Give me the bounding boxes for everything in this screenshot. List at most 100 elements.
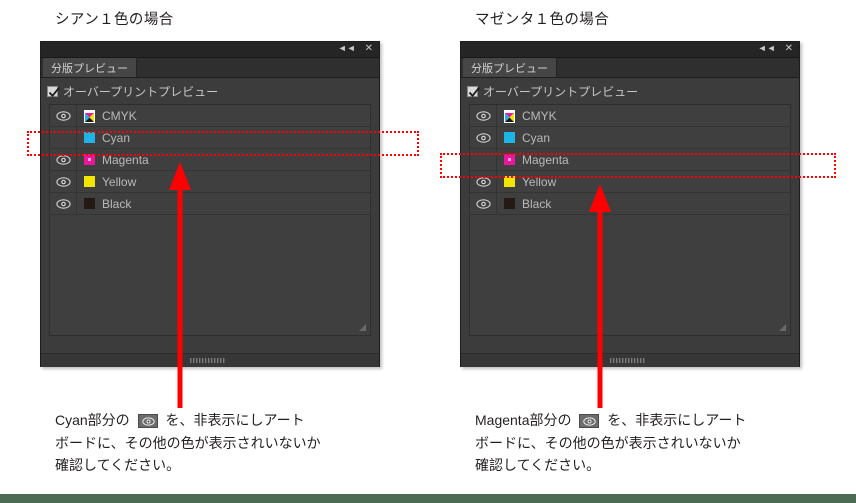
ink-swatch-yellow bbox=[84, 176, 95, 187]
ink-swatch-cmyk bbox=[84, 110, 95, 123]
caption-line-1: Magenta部分の を、非表示にしアート bbox=[475, 409, 746, 432]
panel-titlebar: ◄◄ ✕ bbox=[41, 42, 379, 58]
caption-text: Cyan部分の を、非表示にしアート ボードに、その他の色が表示されいないか 確… bbox=[55, 409, 321, 477]
eye-icon[interactable] bbox=[475, 110, 491, 121]
ink-swatch-magenta bbox=[504, 154, 515, 165]
caption-line-2: ボードに、その他の色が表示されいないか bbox=[55, 434, 321, 451]
visibility-toggle-cell[interactable] bbox=[50, 149, 77, 170]
double-chevron-left-icon[interactable]: ◄◄ bbox=[338, 44, 356, 53]
caption-line1-prefix: Cyan部分の bbox=[55, 412, 130, 428]
visibility-toggle-cell[interactable] bbox=[470, 171, 497, 192]
check-icon bbox=[48, 87, 60, 98]
ink-swatch-black bbox=[504, 198, 515, 209]
table-row[interactable]: Magenta bbox=[50, 149, 370, 171]
separations-preview-panel: ◄◄ ✕ 分版プレビュー オーバープリントプレビュー CMYK Cyan Mag… bbox=[460, 41, 800, 367]
table-row[interactable]: Yellow bbox=[50, 171, 370, 193]
panel-titlebar-buttons: ◄◄ ✕ bbox=[338, 44, 373, 54]
ink-swatch-black bbox=[84, 198, 95, 209]
ink-list: CMYK Cyan Magenta Yellow Black bbox=[469, 104, 791, 336]
column-heading: シアン１色の場合 bbox=[55, 12, 174, 28]
ink-name: Cyan bbox=[102, 130, 131, 145]
panel-footer bbox=[41, 353, 379, 367]
ink-name: CMYK bbox=[522, 108, 557, 123]
panel-titlebar: ◄◄ ✕ bbox=[461, 42, 799, 58]
visibility-toggle-cell[interactable] bbox=[470, 149, 497, 170]
table-row[interactable]: Black bbox=[470, 193, 790, 215]
tab-separations-preview[interactable]: 分版プレビュー bbox=[43, 58, 137, 77]
caption-line-1: Cyan部分の を、非表示にしアート bbox=[55, 409, 321, 432]
overprint-preview-label: オーバープリントプレビュー bbox=[63, 85, 219, 99]
table-row[interactable]: CMYK bbox=[470, 105, 790, 127]
ink-swatch-cyan bbox=[84, 132, 95, 143]
caption-text: Magenta部分の を、非表示にしアート ボードに、その他の色が表示されいない… bbox=[475, 409, 746, 477]
ink-name: Magenta bbox=[102, 152, 149, 167]
table-row[interactable]: Yellow bbox=[470, 171, 790, 193]
panel-titlebar-buttons: ◄◄ ✕ bbox=[758, 44, 793, 54]
column-cyan: シアン１色の場合 ◄◄ ✕ 分版プレビュー オーバープリントプレビュー CMYK… bbox=[0, 0, 420, 503]
eye-icon[interactable] bbox=[55, 198, 71, 209]
ink-name: Yellow bbox=[102, 174, 137, 189]
overprint-checkbox[interactable] bbox=[467, 86, 480, 98]
eye-icon-chip bbox=[137, 414, 158, 428]
resize-grip-icon[interactable] bbox=[358, 323, 367, 332]
table-row[interactable]: Magenta bbox=[470, 149, 790, 171]
ink-name: Cyan bbox=[522, 130, 551, 145]
visibility-toggle-cell[interactable] bbox=[470, 193, 497, 214]
overprint-preview-checkbox-row[interactable]: オーバープリントプレビュー bbox=[41, 78, 379, 104]
tab-separations-preview[interactable]: 分版プレビュー bbox=[463, 58, 557, 77]
caption-line-3: 確認してください。 bbox=[475, 457, 601, 474]
panel-grip-icon[interactable] bbox=[610, 358, 650, 363]
ink-name: Black bbox=[522, 196, 552, 211]
close-icon[interactable]: ✕ bbox=[365, 44, 373, 54]
eye-icon[interactable] bbox=[475, 176, 491, 187]
panel-tabbar: 分版プレビュー bbox=[461, 58, 799, 78]
ink-list: CMYK Cyan Magenta Yellow Black bbox=[49, 104, 371, 336]
close-icon[interactable]: ✕ bbox=[785, 44, 793, 54]
eye-icon[interactable] bbox=[55, 176, 71, 187]
visibility-toggle-cell[interactable] bbox=[470, 127, 497, 148]
panel-tabbar: 分版プレビュー bbox=[41, 58, 379, 78]
overprint-checkbox[interactable] bbox=[47, 86, 60, 98]
cmyk-swatch-icon bbox=[504, 112, 515, 123]
eye-icon bbox=[141, 417, 155, 426]
eye-icon[interactable] bbox=[55, 110, 71, 121]
ink-swatch-cmyk bbox=[504, 110, 515, 123]
column-heading: マゼンタ１色の場合 bbox=[475, 12, 610, 28]
separations-preview-panel: ◄◄ ✕ 分版プレビュー オーバープリントプレビュー CMYK Cyan Mag… bbox=[40, 41, 380, 367]
visibility-toggle-cell[interactable] bbox=[470, 105, 497, 126]
panel-body: オーバープリントプレビュー CMYK Cyan Magenta Yellow B… bbox=[41, 78, 379, 367]
table-row[interactable]: Black bbox=[50, 193, 370, 215]
double-chevron-left-icon[interactable]: ◄◄ bbox=[758, 44, 776, 53]
table-row[interactable]: Cyan bbox=[470, 127, 790, 149]
ink-name: Yellow bbox=[522, 174, 557, 189]
visibility-toggle-cell[interactable] bbox=[50, 193, 77, 214]
check-icon bbox=[468, 87, 480, 98]
ink-swatch-cyan bbox=[504, 132, 515, 143]
bottom-accent-bar bbox=[0, 494, 856, 503]
table-row[interactable]: CMYK bbox=[50, 105, 370, 127]
ink-name: Black bbox=[102, 196, 132, 211]
panel-grip-icon[interactable] bbox=[190, 358, 230, 363]
ink-name: Magenta bbox=[522, 152, 569, 167]
ink-swatch-magenta bbox=[84, 154, 95, 165]
visibility-toggle-cell[interactable] bbox=[50, 171, 77, 192]
panel-footer bbox=[461, 353, 799, 367]
figure-root: シアン１色の場合 ◄◄ ✕ 分版プレビュー オーバープリントプレビュー CMYK… bbox=[0, 0, 856, 503]
caption-line1-suffix: を、非表示にしアート bbox=[607, 412, 747, 428]
resize-grip-icon[interactable] bbox=[778, 323, 787, 332]
ink-swatch-yellow bbox=[504, 176, 515, 187]
eye-icon[interactable] bbox=[475, 198, 491, 209]
eye-icon bbox=[583, 417, 597, 426]
caption-line1-suffix: を、非表示にしアート bbox=[165, 412, 305, 428]
visibility-toggle-cell[interactable] bbox=[50, 127, 77, 148]
eye-icon[interactable] bbox=[475, 132, 491, 143]
column-magenta: マゼンタ１色の場合 ◄◄ ✕ 分版プレビュー オーバープリントプレビュー CMY… bbox=[420, 0, 840, 503]
ink-name: CMYK bbox=[102, 108, 137, 123]
cmyk-swatch-icon bbox=[84, 112, 95, 123]
eye-icon-chip bbox=[579, 414, 600, 428]
eye-icon[interactable] bbox=[55, 154, 71, 165]
table-row[interactable]: Cyan bbox=[50, 127, 370, 149]
overprint-preview-checkbox-row[interactable]: オーバープリントプレビュー bbox=[461, 78, 799, 104]
visibility-toggle-cell[interactable] bbox=[50, 105, 77, 126]
caption-line1-prefix: Magenta部分の bbox=[475, 412, 572, 428]
